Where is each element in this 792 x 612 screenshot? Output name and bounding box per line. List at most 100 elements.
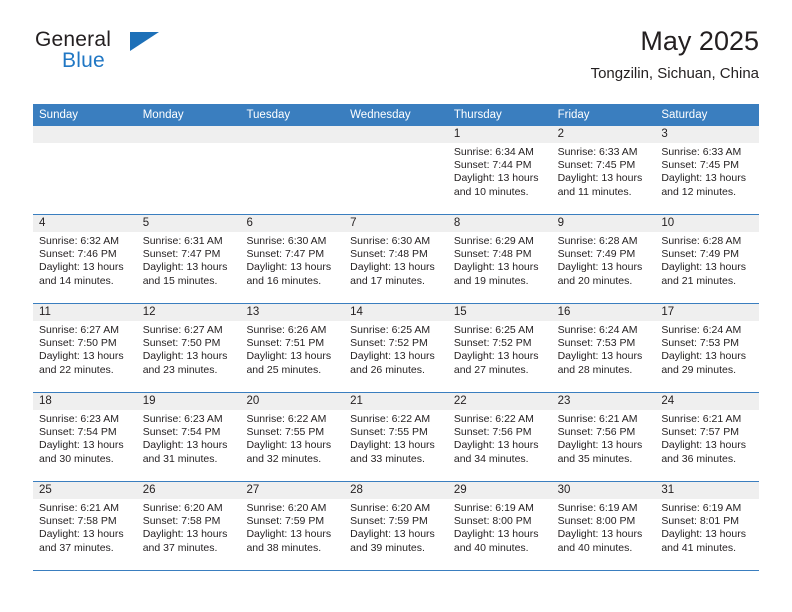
- sunset-time: Sunset: 7:50 PM: [142, 337, 221, 350]
- calendar-day-cell[interactable]: 26 Sunrise: 6:20 AM Sunset: 7:58 PM Dayligh…: [136, 482, 241, 570]
- calendar-cell-empty: [136, 126, 241, 214]
- daylight-duration-line2: and 14 minutes.: [39, 274, 114, 287]
- daylight-duration-line1: Daylight: 13 hours: [142, 350, 228, 363]
- day-details: Sunrise: 6:25 AM Sunset: 7:52 PM Daylight:…: [448, 321, 552, 377]
- sunset-time: Sunset: 7:51 PM: [246, 337, 325, 350]
- daylight-duration-line1: Daylight: 13 hours: [453, 350, 539, 363]
- daylight-duration-line1: Daylight: 13 hours: [142, 261, 228, 274]
- daylight-duration-line2: and 10 minutes.: [453, 185, 529, 198]
- day-number: 30: [551, 482, 656, 499]
- daylight-duration-line2: and 34 minutes.: [453, 452, 529, 465]
- calendar-day-cell[interactable]: 30 Sunrise: 6:19 AM Sunset: 8:00 PM Dayligh…: [551, 482, 656, 570]
- calendar-day-cell[interactable]: 25 Sunrise: 6:21 AM Sunset: 7:58 PM Dayligh…: [33, 482, 137, 570]
- sunrise-time: Sunrise: 6:22 AM: [453, 413, 534, 425]
- calendar-day-cell[interactable]: 15 Sunrise: 6:25 AM Sunset: 7:52 PM Dayligh…: [447, 304, 552, 392]
- calendar-day-cell[interactable]: 5 Sunrise: 6:31 AM Sunset: 7:47 PM Daylight…: [136, 215, 241, 303]
- calendar-day-cell[interactable]: 17 Sunrise: 6:24 AM Sunset: 7:53 PM Dayligh…: [655, 304, 760, 392]
- day-number: 21: [344, 393, 448, 410]
- daylight-duration-line2: and 36 minutes.: [661, 452, 737, 465]
- calendar-day-cell[interactable]: 11 Sunrise: 6:27 AM Sunset: 7:50 PM Dayligh…: [33, 304, 137, 392]
- sunrise-time: Sunrise: 6:33 AM: [661, 146, 742, 158]
- weekday-header-thursday: Thursday: [453, 109, 502, 121]
- day-number: 1: [447, 126, 552, 143]
- day-details: Sunrise: 6:33 AM Sunset: 7:45 PM Daylight:…: [655, 143, 759, 199]
- calendar-day-cell[interactable]: 27 Sunrise: 6:20 AM Sunset: 7:59 PM Dayligh…: [240, 482, 345, 570]
- calendar-day-cell[interactable]: 8 Sunrise: 6:29 AM Sunset: 7:48 PM Daylight…: [447, 215, 552, 303]
- brand-logo[interactable]: General Blue: [33, 28, 263, 84]
- calendar-week-row: 4 Sunrise: 6:32 AM Sunset: 7:46 PM Daylight…: [33, 215, 760, 304]
- calendar-day-cell[interactable]: 12 Sunrise: 6:27 AM Sunset: 7:50 PM Dayligh…: [136, 304, 241, 392]
- calendar-day-cell[interactable]: 16 Sunrise: 6:24 AM Sunset: 7:53 PM Dayligh…: [551, 304, 656, 392]
- calendar-day-cell[interactable]: 6 Sunrise: 6:30 AM Sunset: 7:47 PM Daylight…: [240, 215, 345, 303]
- sunset-time: Sunset: 8:00 PM: [557, 515, 636, 528]
- daylight-duration-line1: Daylight: 13 hours: [453, 261, 539, 274]
- calendar-day-cell[interactable]: 31 Sunrise: 6:19 AM Sunset: 8:01 PM Dayligh…: [655, 482, 760, 570]
- sunrise-time: Sunrise: 6:21 AM: [39, 502, 119, 514]
- sunrise-time: Sunrise: 6:27 AM: [39, 324, 119, 336]
- daylight-duration-line2: and 26 minutes.: [350, 363, 425, 376]
- day-details: Sunrise: 6:20 AM Sunset: 7:59 PM Daylight:…: [240, 499, 344, 555]
- location-subtitle: Tongzilin, Sichuan, China: [590, 65, 759, 82]
- daylight-duration-line1: Daylight: 13 hours: [39, 439, 124, 452]
- day-number: 5: [136, 215, 241, 232]
- sunrise-time: Sunrise: 6:25 AM: [453, 324, 534, 336]
- brand-triangle-icon: [130, 32, 159, 51]
- day-details: Sunrise: 6:29 AM Sunset: 7:48 PM Daylight:…: [448, 232, 552, 288]
- sunset-time: Sunset: 7:57 PM: [661, 426, 739, 439]
- sunset-time: Sunset: 7:48 PM: [453, 248, 532, 261]
- day-number: 17: [655, 304, 760, 321]
- daylight-duration-line2: and 40 minutes.: [453, 541, 529, 554]
- day-details: Sunrise: 6:19 AM Sunset: 8:00 PM Daylight:…: [448, 499, 552, 555]
- sunset-time: Sunset: 7:58 PM: [142, 515, 221, 528]
- calendar-week-row: 18 Sunrise: 6:23 AM Sunset: 7:54 PM Dayligh…: [33, 393, 760, 482]
- calendar-day-cell[interactable]: 21 Sunrise: 6:22 AM Sunset: 7:55 PM Dayligh…: [344, 393, 448, 481]
- day-details: Sunrise: 6:21 AM Sunset: 7:57 PM Daylight:…: [655, 410, 759, 466]
- sunrise-time: Sunrise: 6:23 AM: [39, 413, 119, 425]
- calendar-day-cell[interactable]: 9 Sunrise: 6:28 AM Sunset: 7:49 PM Daylight…: [551, 215, 656, 303]
- calendar-day-cell[interactable]: 19 Sunrise: 6:23 AM Sunset: 7:54 PM Dayligh…: [136, 393, 241, 481]
- sunrise-time: Sunrise: 6:29 AM: [453, 235, 534, 247]
- day-number: 11: [33, 304, 137, 321]
- sunset-time: Sunset: 7:56 PM: [557, 426, 636, 439]
- calendar-day-cell[interactable]: 7 Sunrise: 6:30 AM Sunset: 7:48 PM Daylight…: [344, 215, 448, 303]
- daylight-duration-line1: Daylight: 13 hours: [557, 172, 643, 185]
- day-number: 18: [33, 393, 137, 410]
- calendar-day-cell[interactable]: 28 Sunrise: 6:20 AM Sunset: 7:59 PM Dayligh…: [344, 482, 448, 570]
- calendar-day-cell[interactable]: 23 Sunrise: 6:21 AM Sunset: 7:56 PM Dayligh…: [551, 393, 656, 481]
- sunrise-time: Sunrise: 6:23 AM: [142, 413, 223, 425]
- sunset-time: Sunset: 7:54 PM: [142, 426, 221, 439]
- calendar-day-cell[interactable]: 2 Sunrise: 6:33 AM Sunset: 7:45 PM Daylight…: [551, 126, 656, 214]
- day-number: 13: [240, 304, 345, 321]
- sunset-time: Sunset: 8:01 PM: [661, 515, 739, 528]
- daylight-duration-line1: Daylight: 13 hours: [557, 439, 643, 452]
- daylight-duration-line2: and 25 minutes.: [246, 363, 322, 376]
- day-number: 31: [655, 482, 760, 499]
- calendar-day-cell[interactable]: 22 Sunrise: 6:22 AM Sunset: 7:56 PM Dayligh…: [447, 393, 552, 481]
- calendar-cell-empty: [240, 126, 345, 214]
- daylight-duration-line2: and 33 minutes.: [350, 452, 425, 465]
- calendar-day-cell[interactable]: 4 Sunrise: 6:32 AM Sunset: 7:46 PM Daylight…: [33, 215, 137, 303]
- calendar-day-cell[interactable]: 24 Sunrise: 6:21 AM Sunset: 7:57 PM Dayligh…: [655, 393, 760, 481]
- day-number: 8: [447, 215, 552, 232]
- daylight-duration-line2: and 32 minutes.: [246, 452, 322, 465]
- page-title: May 2025: [640, 26, 759, 56]
- daylight-duration-line1: Daylight: 13 hours: [246, 350, 332, 363]
- calendar-day-cell[interactable]: 13 Sunrise: 6:26 AM Sunset: 7:51 PM Dayligh…: [240, 304, 345, 392]
- calendar-day-cell[interactable]: 29 Sunrise: 6:19 AM Sunset: 8:00 PM Dayligh…: [447, 482, 552, 570]
- calendar-day-cell[interactable]: 20 Sunrise: 6:22 AM Sunset: 7:55 PM Dayligh…: [240, 393, 345, 481]
- calendar-day-cell[interactable]: 3 Sunrise: 6:33 AM Sunset: 7:45 PM Daylight…: [655, 126, 760, 214]
- day-number: 6: [240, 215, 345, 232]
- calendar-day-cell[interactable]: 1 Sunrise: 6:34 AM Sunset: 7:44 PM Daylight…: [447, 126, 552, 214]
- daylight-duration-line1: Daylight: 13 hours: [39, 528, 124, 541]
- sunrise-time: Sunrise: 6:34 AM: [453, 146, 534, 158]
- day-number: 7: [344, 215, 448, 232]
- daylight-duration-line1: Daylight: 13 hours: [661, 350, 746, 363]
- sunrise-time: Sunrise: 6:30 AM: [246, 235, 327, 247]
- calendar-day-cell[interactable]: 10 Sunrise: 6:28 AM Sunset: 7:49 PM Dayligh…: [655, 215, 760, 303]
- daylight-duration-line2: and 15 minutes.: [142, 274, 218, 287]
- daylight-duration-line2: and 41 minutes.: [661, 541, 737, 554]
- day-number: 20: [240, 393, 345, 410]
- calendar-day-cell[interactable]: 14 Sunrise: 6:25 AM Sunset: 7:52 PM Dayligh…: [344, 304, 448, 392]
- calendar-week-row: 1 Sunrise: 6:34 AM Sunset: 7:44 PM Daylight…: [33, 126, 760, 215]
- calendar-day-cell[interactable]: 18 Sunrise: 6:23 AM Sunset: 7:54 PM Dayligh…: [33, 393, 137, 481]
